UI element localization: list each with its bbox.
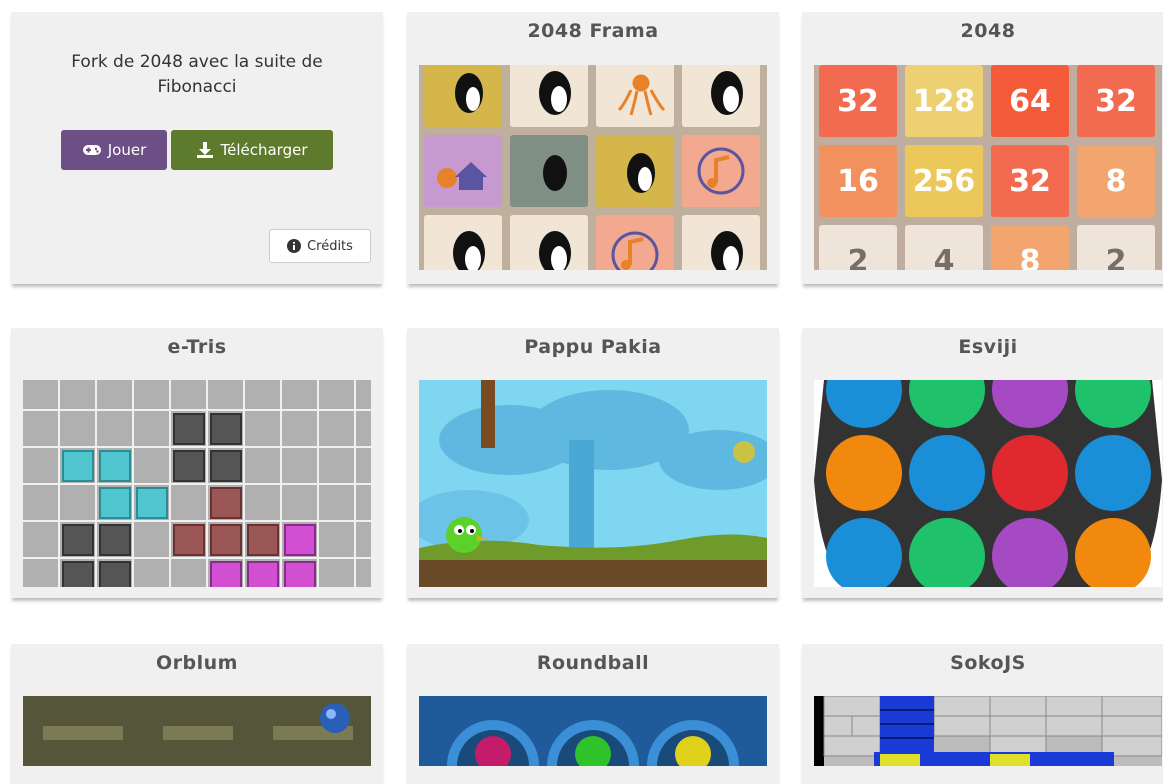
play-button[interactable]: Jouer: [61, 130, 167, 170]
game-card-esviji[interactable]: Esviji: [802, 328, 1163, 598]
game-card-featured: Fork de 2048 avec la suite de Fibonacci …: [11, 12, 383, 284]
game-card-roundball[interactable]: Roundball: [407, 644, 779, 784]
game-description: Fork de 2048 avec la suite de Fibonacci: [71, 52, 323, 97]
game-thumbnail[interactable]: [419, 696, 767, 766]
game-card-etris[interactable]: e-Tris: [11, 328, 383, 598]
game-card-2048-frama[interactable]: 2048 Frama: [407, 12, 779, 284]
credits-button-label: Crédits: [307, 238, 353, 254]
game-thumbnail[interactable]: [23, 696, 371, 766]
tile: 128: [905, 65, 983, 137]
tile: 8: [991, 225, 1069, 270]
game-thumbnail[interactable]: [419, 65, 767, 270]
download-icon: [197, 142, 214, 158]
tile: 2: [1077, 225, 1155, 270]
tile: 32: [1077, 65, 1155, 137]
game-thumbnail[interactable]: [814, 696, 1162, 766]
tile: 4: [905, 225, 983, 270]
game-card-orblum[interactable]: Orblum: [11, 644, 383, 784]
game-thumbnail[interactable]: [23, 380, 371, 587]
tile: 8: [1077, 145, 1155, 217]
game-thumbnail[interactable]: [419, 380, 767, 587]
game-thumbnail[interactable]: [814, 380, 1162, 587]
info-icon: [287, 239, 302, 253]
download-button[interactable]: Télécharger: [171, 130, 333, 170]
gamepad-icon: [82, 145, 101, 155]
game-title: 2048 Frama: [527, 20, 659, 42]
play-button-label: Jouer: [107, 141, 147, 159]
tile: 32: [991, 145, 1069, 217]
download-button-label: Télécharger: [220, 141, 308, 159]
game-thumbnail[interactable]: 32 128 64 32 16 256 32 8 2 4 8 2: [814, 65, 1162, 270]
tile: 32: [819, 65, 897, 137]
game-card-pappu-pakia[interactable]: Pappu Pakia: [407, 328, 779, 598]
game-card-sokojs[interactable]: SokoJS: [802, 644, 1163, 784]
tile: 256: [905, 145, 983, 217]
game-title: e-Tris: [167, 336, 227, 358]
game-title: Esviji: [958, 336, 1018, 358]
credits-button[interactable]: Crédits: [269, 229, 371, 263]
game-title: SokoJS: [950, 652, 1026, 674]
game-card-2048[interactable]: 2048 32 128 64 32 16 256 32 8 2 4 8 2: [802, 12, 1163, 284]
game-title: Orblum: [156, 652, 238, 674]
game-title: Pappu Pakia: [524, 336, 662, 358]
game-title: Roundball: [536, 652, 650, 674]
game-title: 2048: [960, 20, 1016, 42]
tile: 16: [819, 145, 897, 217]
tile: 64: [991, 65, 1069, 137]
tile: 2: [819, 225, 897, 270]
